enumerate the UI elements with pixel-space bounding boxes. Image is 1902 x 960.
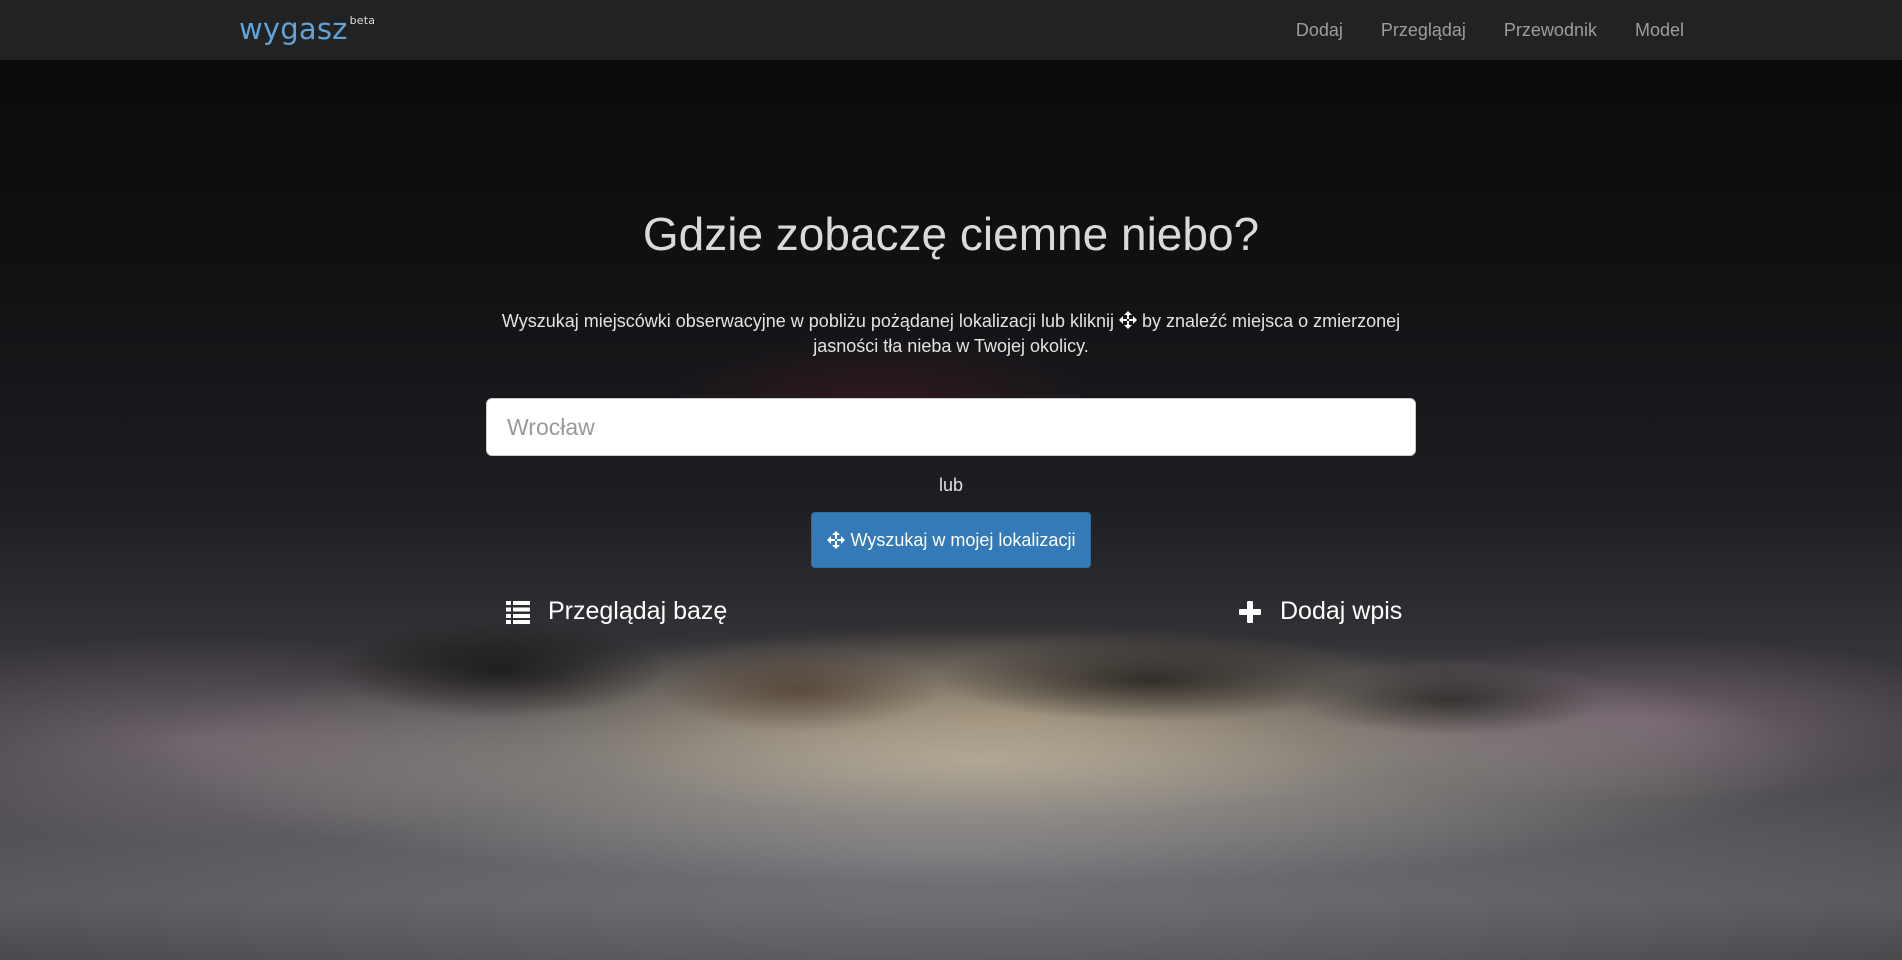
beta-badge: beta [349, 14, 376, 27]
brand-name: wygasz [239, 12, 348, 46]
search-my-location-button[interactable]: Wyszukaj w mojej lokalizacji [811, 512, 1091, 568]
nav-link-model[interactable]: Model [1635, 20, 1684, 41]
nav-link-przegladaj[interactable]: Przeglądaj [1381, 20, 1466, 41]
nav-links: Dodaj Przeglądaj Przewodnik Model [1258, 0, 1684, 60]
hero-title: Gdzie zobaczę ciemne niebo? [642, 208, 1260, 260]
add-entry-label: Dodaj wpis [1280, 597, 1403, 625]
browse-database-label: Przeglądaj bazę [548, 597, 728, 625]
add-entry-link[interactable]: Dodaj wpis [1238, 597, 1402, 626]
location-search-input[interactable] [486, 398, 1416, 456]
navbar: wygasz beta Dodaj Przeglądaj Przewodnik M… [0, 0, 1902, 61]
brand-logo-link[interactable]: wygasz beta [239, 12, 375, 46]
move-arrows-icon [826, 531, 845, 549]
hero-description: Wyszukaj miejscówki obserwacyjne w pobli… [496, 309, 1406, 359]
or-separator: lub [938, 475, 964, 495]
search-my-location-label: Wyszukaj w mojej lokalizacji [850, 529, 1076, 550]
hero-text-before: Wyszukaj miejscówki obserwacyjne w pobli… [501, 311, 1114, 331]
page: wygasz beta Dodaj Przeglądaj Przewodnik M… [0, 0, 1902, 960]
nav-link-dodaj[interactable]: Dodaj [1296, 20, 1343, 41]
move-arrows-icon [1119, 311, 1137, 329]
browse-database-link[interactable]: Przeglądaj bazę [506, 597, 727, 626]
nav-link-przewodnik[interactable]: Przewodnik [1504, 20, 1597, 41]
list-icon [506, 600, 530, 624]
plus-icon [1239, 600, 1261, 623]
